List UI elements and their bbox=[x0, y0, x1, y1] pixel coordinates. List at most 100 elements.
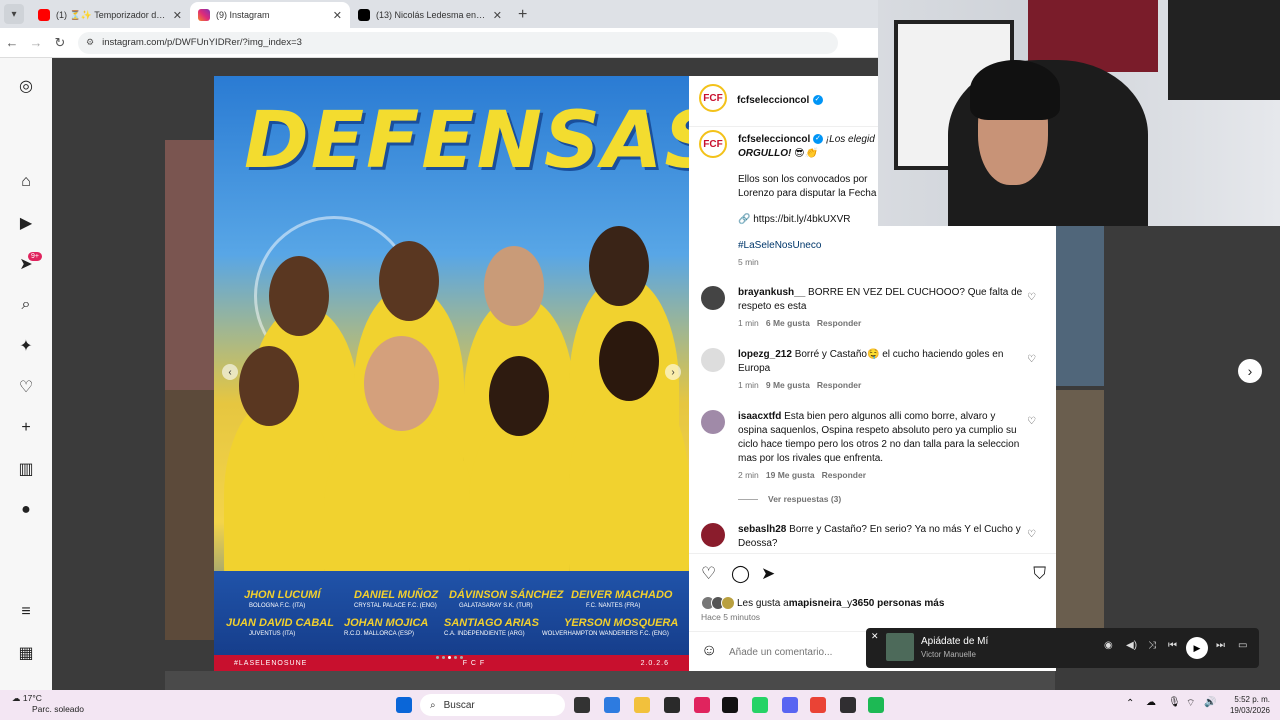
like-heart-icon[interactable]: ♡ bbox=[701, 564, 716, 584]
next-post-icon[interactable]: › bbox=[1238, 359, 1262, 383]
carousel-prev-icon[interactable]: ‹ bbox=[222, 364, 238, 380]
previous-track-icon[interactable]: ⏮ bbox=[1168, 640, 1177, 651]
tiktok-live-icon[interactable] bbox=[722, 697, 738, 713]
back-icon[interactable]: ← bbox=[0, 35, 24, 50]
commenter-avatar[interactable] bbox=[701, 523, 725, 547]
obs-icon[interactable] bbox=[840, 697, 856, 713]
browser-tab-instagram[interactable]: (9) Instagram ✕ bbox=[190, 2, 350, 28]
connect-device-icon[interactable]: ◉ bbox=[1104, 640, 1113, 651]
comment-like-heart-icon[interactable]: ♡ bbox=[1027, 529, 1036, 540]
close-player-icon[interactable]: ✕ bbox=[871, 631, 879, 642]
comment-likes[interactable]: 6 Me gusta bbox=[766, 318, 810, 328]
taskbar-clock[interactable]: 5:52 p. m. 19/03/2026 bbox=[1230, 694, 1270, 716]
author-avatar[interactable]: FCF bbox=[699, 84, 727, 112]
weather-widget[interactable]: ☁ 17°C Parc. soleado bbox=[12, 693, 84, 715]
weather-desc: Parc. soleado bbox=[32, 704, 84, 714]
clock-date: 19/03/2026 bbox=[1229, 706, 1270, 715]
author-username[interactable]: fcfseleccioncol bbox=[737, 95, 809, 106]
url-field[interactable]: ⚙ instagram.com/p/DWFUnYIDRer/?img_index… bbox=[78, 31, 838, 54]
reload-icon[interactable]: ↻ bbox=[48, 35, 72, 51]
whatsapp-icon[interactable] bbox=[752, 697, 768, 713]
caption-link[interactable]: https://bit.ly/4bkUXVR bbox=[753, 214, 850, 225]
post-image[interactable]: DEFENSAS JHON LUCUMÍ BOLOGNA F.C. (ITA) … bbox=[214, 76, 689, 671]
poster-title: DEFENSAS bbox=[244, 96, 689, 186]
youtube-icon bbox=[38, 9, 50, 21]
shuffle-icon[interactable]: ⤨ bbox=[1148, 640, 1156, 651]
reels-icon[interactable]: ▶ bbox=[16, 213, 36, 233]
caption-line2: ORGULLO! 😎👏 bbox=[738, 148, 817, 159]
roster-player-name: JUAN DAVID CABAL bbox=[226, 617, 334, 629]
create-icon[interactable]: + bbox=[16, 418, 36, 438]
comment-like-heart-icon[interactable]: ♡ bbox=[1027, 292, 1036, 303]
spotify-icon[interactable] bbox=[868, 697, 884, 713]
commenter-avatar[interactable] bbox=[701, 410, 725, 434]
next-track-icon[interactable]: ⏭ bbox=[1216, 640, 1225, 651]
tab-list-button[interactable]: ▾ bbox=[4, 4, 24, 24]
search-icon[interactable]: ⌕ bbox=[16, 295, 36, 315]
carousel-next-icon[interactable]: › bbox=[665, 364, 681, 380]
mini-player-expand-icon[interactable]: ▭ bbox=[1238, 640, 1247, 651]
play-button[interactable]: ▶ bbox=[1186, 637, 1208, 659]
more-menu-icon[interactable]: ≡ bbox=[16, 602, 36, 622]
close-tab-icon[interactable]: ✕ bbox=[333, 9, 342, 22]
poster-hashtag: #LASELENOSUNE bbox=[234, 659, 308, 667]
comment-like-heart-icon[interactable]: ♡ bbox=[1027, 416, 1036, 427]
chrome-icon[interactable] bbox=[810, 697, 826, 713]
caption-author-avatar[interactable]: FCF bbox=[699, 130, 727, 158]
reply-button[interactable]: Responder bbox=[817, 380, 861, 390]
tray-volume-icon[interactable]: 🔊 bbox=[1204, 697, 1216, 708]
discord-icon[interactable] bbox=[782, 697, 798, 713]
explore-icon[interactable]: ✦ bbox=[16, 336, 36, 356]
comment-like-heart-icon[interactable]: ♡ bbox=[1027, 354, 1036, 365]
roster-player-club: F.C. NANTES (FRA) bbox=[586, 603, 641, 609]
also-from-meta-icon[interactable]: ▦ bbox=[16, 643, 36, 663]
dashboard-icon[interactable]: ▥ bbox=[16, 459, 36, 479]
comment-likes[interactable]: 9 Me gusta bbox=[766, 380, 810, 390]
commenter-avatar[interactable] bbox=[701, 348, 725, 372]
comment-username[interactable]: lopezg_212 bbox=[738, 349, 792, 360]
instagram-logo-icon[interactable]: ◎ bbox=[16, 76, 36, 96]
tray-network-icon[interactable]: ☁ bbox=[1146, 697, 1156, 708]
notifications-heart-icon[interactable]: ♡ bbox=[16, 377, 36, 397]
caption-username[interactable]: fcfseleccioncol bbox=[738, 134, 810, 145]
browser-tab-youtube[interactable]: (1) ⏳✨ Temporizador de 10 ✕ bbox=[30, 2, 190, 28]
file-explorer-icon[interactable] bbox=[634, 697, 650, 713]
tray-mic-icon[interactable]: 🎙 bbox=[1168, 697, 1181, 708]
comment-icon[interactable]: ◯ bbox=[731, 564, 750, 584]
tray-chevron-icon[interactable]: ⌃ bbox=[1126, 698, 1134, 709]
comment-input[interactable] bbox=[729, 642, 869, 662]
save-bookmark-icon[interactable]: ⛉ bbox=[1033, 564, 1046, 584]
comment-username[interactable]: brayankush__ bbox=[738, 287, 805, 298]
comment-username[interactable]: isaacxtfd bbox=[738, 411, 781, 422]
calculator-icon[interactable] bbox=[664, 697, 680, 713]
browser-tab-x[interactable]: (13) Nicolás Ledesma en X: "DE ✕ bbox=[350, 2, 510, 28]
profile-avatar-icon[interactable]: ● bbox=[16, 500, 36, 520]
view-replies-button[interactable]: Ver respuestas (3) bbox=[768, 494, 841, 504]
tiktok-icon[interactable] bbox=[694, 697, 710, 713]
likes-count[interactable]: 3650 personas más bbox=[852, 598, 944, 609]
close-tab-icon[interactable]: ✕ bbox=[173, 9, 182, 22]
reply-button[interactable]: Responder bbox=[817, 318, 861, 328]
windows-start-icon[interactable] bbox=[396, 697, 412, 713]
share-icon[interactable]: ➤ bbox=[761, 564, 775, 584]
close-tab-icon[interactable]: ✕ bbox=[493, 9, 502, 22]
widgets-icon[interactable] bbox=[604, 697, 620, 713]
tab-title: (1) ⏳✨ Temporizador de 10 bbox=[56, 9, 167, 20]
likes-user[interactable]: mapisneira_ bbox=[789, 598, 847, 609]
volume-icon[interactable]: ◀) bbox=[1126, 640, 1137, 651]
site-info-icon[interactable]: ⚙ bbox=[86, 37, 94, 48]
new-tab-button[interactable]: + bbox=[518, 6, 527, 24]
emoji-icon[interactable]: ☺ bbox=[701, 642, 717, 660]
forward-icon[interactable]: → bbox=[24, 35, 48, 50]
tray-wifi-icon[interactable]: ⌔ bbox=[1186, 697, 1195, 710]
comment-likes[interactable]: 19 Me gusta bbox=[766, 470, 815, 480]
roster-player-club: WOLVERHAMPTON WANDERERS F.C. (ENG) bbox=[542, 631, 669, 637]
caption-hashtag[interactable]: #LaSeleNosUneco bbox=[738, 239, 938, 253]
commenter-avatar[interactable] bbox=[701, 286, 725, 310]
reply-button[interactable]: Responder bbox=[822, 470, 866, 480]
posted-time: Hace 5 minutos bbox=[701, 612, 761, 622]
home-icon[interactable]: ⌂ bbox=[16, 172, 36, 192]
comment-username[interactable]: sebaslh28 bbox=[738, 524, 786, 535]
task-view-icon[interactable] bbox=[574, 697, 590, 713]
taskbar-search[interactable]: ⌕ Buscar bbox=[420, 694, 565, 716]
